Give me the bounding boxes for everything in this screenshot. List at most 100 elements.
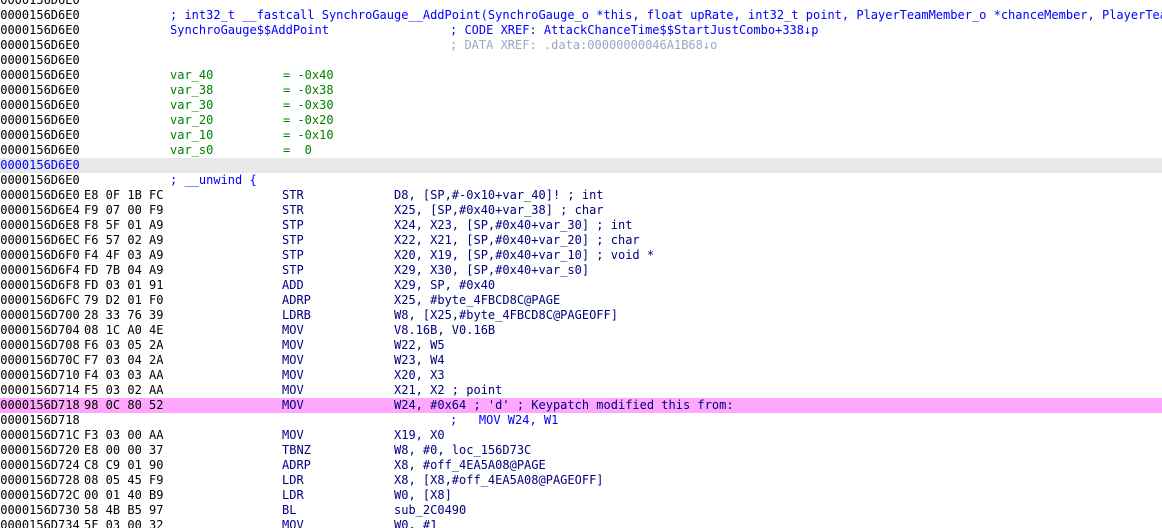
instruction-mnemonic[interactable]: STP [282, 218, 304, 233]
listing-line[interactable]: 00000156D718 ; MOV W24, W1 [0, 413, 1162, 428]
instruction-mnemonic[interactable]: MOV [282, 338, 304, 353]
address[interactable]: 00000156D6E0 [0, 8, 80, 23]
listing-line[interactable]: 00000156D6E0 var_s0 = 0 [0, 143, 1162, 158]
instruction-operands[interactable]: sub_2C0490 [394, 503, 466, 518]
instruction-operands[interactable]: W23, W4 [394, 353, 445, 368]
listing-line[interactable]: 00000156D6E0 var_30 = -0x30 [0, 98, 1162, 113]
instruction-operands[interactable]: X22, X21, [SP,#0x40+var_20] ; char [394, 233, 640, 248]
instruction-mnemonic[interactable]: ADRP [282, 293, 311, 308]
instruction-operands[interactable]: X25, #byte_4FBCD8C@PAGE [394, 293, 560, 308]
address[interactable]: 00000156D710 [0, 368, 80, 383]
instruction-operands[interactable]: W0, #1 [394, 518, 437, 528]
address[interactable]: 00000156D700 [0, 308, 80, 323]
listing-line[interactable]: 00000156D6E0 ; DATA XREF: .data:000000000… [0, 38, 1162, 53]
instruction-mnemonic[interactable]: MOV [282, 368, 304, 383]
address[interactable]: 00000156D6FC [0, 293, 80, 308]
stack-var-name[interactable]: var_10 [170, 128, 213, 143]
instruction-operands[interactable]: X8, #off_4EA5A08@PAGE [394, 458, 546, 473]
listing-line[interactable]: 00000156D6E8 F8 5F 01 A9 STP X24, X23, [SP,… [0, 218, 1162, 233]
address[interactable]: 00000156D70C [0, 353, 80, 368]
instruction-mnemonic[interactable]: STP [282, 263, 304, 278]
listing-line[interactable]: 00000156D6E0 SynchroGauge$$AddPoint ; CODE… [0, 23, 1162, 38]
address[interactable]: 00000156D708 [0, 338, 80, 353]
listing-line[interactable]: 00000156D71C F3 03 00 AA MOV X19, X0 [0, 428, 1162, 443]
instruction-operands[interactable]: W22, W5 [394, 338, 445, 353]
listing-line[interactable]: 00000156D70C F7 03 04 2A MOV W23, W4 [0, 353, 1162, 368]
instruction-mnemonic[interactable]: MOV [282, 323, 304, 338]
instruction-operands[interactable]: D8, [SP,#-0x10+var_40]! ; int [394, 188, 604, 203]
instruction-mnemonic[interactable]: MOV [282, 398, 304, 413]
listing-line[interactable]: 00000156D714 F5 03 02 AA MOV X21, X2 ; poin… [0, 383, 1162, 398]
address[interactable]: 00000156D6E0 [0, 128, 80, 143]
instruction-mnemonic[interactable]: TBNZ [282, 443, 311, 458]
listing-line[interactable]: 00000156D710 F4 03 03 AA MOV X20, X3 [0, 368, 1162, 383]
listing-line[interactable]: 00000156D734 5F 03 00 32 MOV W0, #1 [0, 518, 1162, 528]
listing-line[interactable]: 00000156D6E0 [0, 0, 1162, 8]
address[interactable]: 00000156D724 [0, 458, 80, 473]
listing-line[interactable]: 00000156D6E0 [0, 158, 1162, 173]
address[interactable]: 00000156D728 [0, 473, 80, 488]
address[interactable]: 00000156D6E0 [0, 113, 80, 128]
listing-line[interactable]: 00000156D700 28 33 76 39 LDRB W8, [X25,#byt… [0, 308, 1162, 323]
address[interactable]: 00000156D720 [0, 443, 80, 458]
address[interactable]: 00000156D714 [0, 383, 80, 398]
instruction-operands[interactable]: X25, [SP,#0x40+var_38] ; char [394, 203, 604, 218]
address[interactable]: 00000156D6E4 [0, 203, 80, 218]
address[interactable]: 00000156D6E0 [0, 38, 80, 53]
instruction-operands[interactable]: W24, #0x64 ; 'd' ; Keypatch modified thi… [394, 398, 734, 413]
address[interactable]: 00000156D6E0 [0, 158, 80, 173]
instruction-mnemonic[interactable]: LDR [282, 473, 304, 488]
listing-line[interactable]: 00000156D6F8 FD 03 01 91 ADD X29, SP, #0x40 [0, 278, 1162, 293]
address[interactable]: 00000156D71C [0, 428, 80, 443]
instruction-mnemonic[interactable]: LDR [282, 488, 304, 503]
instruction-mnemonic[interactable]: ADRP [282, 458, 311, 473]
address[interactable]: 00000156D6E0 [0, 98, 80, 113]
instruction-mnemonic[interactable]: MOV [282, 428, 304, 443]
stack-var-name[interactable]: var_20 [170, 113, 213, 128]
listing-line[interactable]: 00000156D724 C8 C9 01 90 ADRP X8, #off_4EA5… [0, 458, 1162, 473]
instruction-operands[interactable]: W0, [X8] [394, 488, 452, 503]
instruction-operands[interactable]: X24, X23, [SP,#0x40+var_30] ; int [394, 218, 632, 233]
stack-var-name[interactable]: var_30 [170, 98, 213, 113]
listing-line[interactable]: 00000156D72C 00 01 40 B9 LDR W0, [X8] [0, 488, 1162, 503]
instruction-mnemonic[interactable]: MOV [282, 383, 304, 398]
instruction-mnemonic[interactable]: STR [282, 203, 304, 218]
listing-line[interactable]: 00000156D6E0 E8 0F 1B FC STR D8, [SP,#-0x10… [0, 188, 1162, 203]
address[interactable]: 00000156D6F0 [0, 248, 80, 263]
address[interactable]: 00000156D734 [0, 518, 80, 528]
address[interactable]: 00000156D6E0 [0, 173, 80, 188]
address[interactable]: 00000156D6E0 [0, 83, 80, 98]
instruction-mnemonic[interactable]: STP [282, 248, 304, 263]
listing-line[interactable]: 00000156D6E0 var_40 = -0x40 [0, 68, 1162, 83]
listing-line[interactable]: 00000156D6F4 FD 7B 04 A9 STP X29, X30, [SP,… [0, 263, 1162, 278]
address[interactable]: 00000156D730 [0, 503, 80, 518]
listing-line-highlighted[interactable]: 00000156D718 98 0C 80 52 MOV W24, #0x64 ; '… [0, 398, 1162, 413]
listing-line[interactable]: 00000156D6E0 var_10 = -0x10 [0, 128, 1162, 143]
listing-line[interactable]: 00000156D704 08 1C A0 4E MOV V8.16B, V0.16B [0, 323, 1162, 338]
address[interactable]: 00000156D704 [0, 323, 80, 338]
instruction-operands[interactable]: X19, X0 [394, 428, 445, 443]
disassembly-listing[interactable]: 00000156D6E0 00000156D6E0; int32_t __fast… [0, 0, 1162, 528]
listing-line[interactable]: 00000156D6FC 79 D2 01 F0 ADRP X25, #byte_4F… [0, 293, 1162, 308]
address[interactable]: 00000156D6F4 [0, 263, 80, 278]
address[interactable]: 00000156D6E8 [0, 218, 80, 233]
instruction-mnemonic[interactable]: LDRB [282, 308, 311, 323]
listing-line[interactable]: 00000156D728 08 05 45 F9 LDR X8, [X8,#off_4… [0, 473, 1162, 488]
instruction-operands[interactable]: X20, X19, [SP,#0x40+var_10] ; void * [394, 248, 654, 263]
instruction-mnemonic[interactable]: MOV [282, 353, 304, 368]
instruction-operands[interactable]: W8, #0, loc_156D73C [394, 443, 531, 458]
listing-line[interactable]: 00000156D6E4 F9 07 00 F9 STR X25, [SP,#0x40… [0, 203, 1162, 218]
stack-var-name[interactable]: var_s0 [170, 143, 213, 158]
address[interactable]: 00000156D718 [0, 398, 80, 413]
instruction-mnemonic[interactable]: STR [282, 188, 304, 203]
address[interactable]: 00000156D6E0 [0, 53, 80, 68]
address[interactable]: 00000156D6EC [0, 233, 80, 248]
stack-var-name[interactable]: var_40 [170, 68, 213, 83]
listing-line[interactable]: 00000156D720 E8 00 00 37 TBNZ W8, #0, loc_1… [0, 443, 1162, 458]
instruction-operands[interactable]: X8, [X8,#off_4EA5A08@PAGEOFF] [394, 473, 604, 488]
instruction-operands[interactable]: W8, [X25,#byte_4FBCD8C@PAGEOFF] [394, 308, 618, 323]
address[interactable]: 00000156D6E0 [0, 23, 80, 38]
listing-line[interactable]: 00000156D6E0 [0, 53, 1162, 68]
listing-line[interactable]: 00000156D6EC F6 57 02 A9 STP X22, X21, [SP,… [0, 233, 1162, 248]
address[interactable]: 00000156D72C [0, 488, 80, 503]
